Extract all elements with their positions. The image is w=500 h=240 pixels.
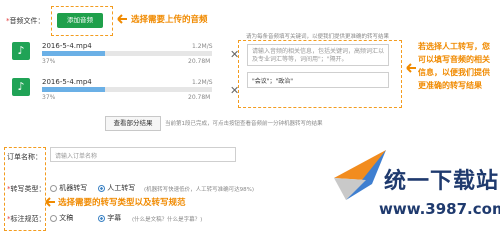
progress-fill: [42, 51, 105, 56]
arrow-left-icon: [42, 196, 56, 210]
file-name: 2016-5-4.mp4: [42, 78, 92, 86]
transcribe-type-label: *转写类型：: [7, 185, 46, 193]
radio-subtitle[interactable]: 字幕: [98, 213, 121, 223]
radio-machine[interactable]: 机器转写: [50, 183, 87, 193]
upload-label: *音频文件：: [6, 17, 45, 25]
music-note-icon: ♪: [12, 42, 30, 60]
keyword-input[interactable]: 请输入音频的相关信息，包括关键词，高频词汇以及专业词汇等等，词间用"；"隔开。: [247, 44, 389, 66]
progress-bar: [42, 51, 212, 56]
manual-note: 若选择人工转写，您 可以填写音频的相关 信息，以便我们提供 更准确的转写结果: [418, 42, 490, 90]
progress-fill: [42, 87, 105, 92]
add-audio-button[interactable]: 添加音频: [57, 13, 103, 28]
transcribe-note: (机器转写快速低价，人工转写准确可达98%): [144, 187, 255, 193]
radio-icon: [50, 214, 57, 222]
arrow-icon: [114, 13, 128, 27]
radio-selected-icon: [98, 214, 105, 222]
arrow-left-icon: [403, 62, 417, 76]
radio-icon: [50, 184, 57, 192]
view-results-button[interactable]: 查看部分结果: [105, 116, 161, 131]
file-size: 20.78M: [188, 58, 211, 65]
view-results-desc: 当前第1段已完成，可点击按钮查看音频前一分钟机器转写的结果: [165, 121, 323, 127]
keyword-example-input[interactable]: "会议"；"政治": [247, 72, 389, 88]
transcribe-callout: 选择需要的转写类型以及转写规范: [58, 198, 186, 208]
order-name-input[interactable]: 请输入订单名称: [50, 147, 236, 162]
annotation-note: (什么是文稿？什么是字幕？): [132, 217, 203, 223]
upload-callout: 选择需要上传的音频: [131, 15, 208, 25]
file-size: 20.78M: [188, 94, 211, 101]
upload-speed: 1.2M/S: [192, 79, 213, 86]
keyword-hint-top: 请为每条音频填写关键词，以便我们提供更准确的转写结果: [246, 34, 390, 40]
order-name-label: 订单名称：: [7, 153, 42, 161]
progress-percent: 37%: [42, 58, 56, 65]
file-name: 2016-5-4.mp4: [42, 42, 92, 50]
music-note-icon: ♪: [12, 78, 30, 96]
radio-human[interactable]: 人工转写: [98, 183, 135, 193]
watermark-url: www.3987.com: [379, 200, 500, 218]
radio-selected-icon: [98, 184, 105, 192]
watermark-title: 统一下载站: [384, 169, 500, 194]
progress-percent: 37%: [42, 94, 56, 101]
radio-text[interactable]: 文稿: [50, 213, 73, 223]
upload-speed: 1.2M/S: [192, 43, 213, 50]
annotation-label: *标注规范：: [7, 215, 46, 223]
progress-bar: [42, 87, 212, 92]
list-item: ♪ 2016-5-4.mp4 1.2M/S 37% 20.78M ✕: [12, 74, 242, 101]
list-item: ♪ 2016-5-4.mp4 1.2M/S 37% 20.78M ✕: [12, 38, 242, 65]
